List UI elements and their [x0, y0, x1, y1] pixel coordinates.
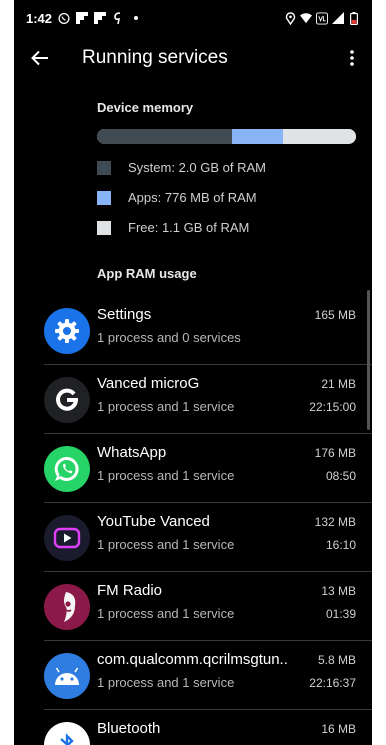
app-name: Vanced microG	[97, 375, 200, 392]
app-process-info: 1 process and 1 service	[97, 675, 235, 690]
volte-icon	[316, 12, 328, 24]
gpay-icon	[112, 11, 124, 24]
legend-system: System: 2.0 GB of RAM	[97, 160, 266, 175]
app-running-time: 01:39	[325, 607, 356, 621]
app-running-time: 08:50	[325, 469, 356, 483]
more-options-button[interactable]	[332, 36, 372, 80]
device-memory-heading: Device memory	[97, 100, 194, 115]
legend-swatch-free	[97, 220, 111, 235]
app-name: com.qualcomm.qcrilmsgtun..	[97, 651, 288, 668]
legend-label-apps: Apps: 776 MB of RAM	[128, 190, 257, 205]
app-process-info: 1 process and 1 service	[97, 399, 235, 414]
dot-icon	[130, 12, 142, 24]
signal-icon	[332, 12, 344, 24]
app-running-time: 22:16:37	[309, 676, 356, 690]
app-row-youtube-vanced[interactable]: YouTube Vanced 1 process and 1 service 1…	[14, 503, 372, 572]
app-row-bluetooth[interactable]: Bluetooth 16 MB	[14, 710, 372, 745]
status-bar: 1:42	[14, 0, 372, 36]
app-process-info: 1 process and 0 services	[97, 330, 241, 345]
app-name: YouTube Vanced	[97, 513, 210, 530]
app-ram-size: 21 MB	[321, 377, 356, 391]
scrollbar[interactable]	[367, 290, 370, 430]
memory-bar-free-segment	[283, 129, 356, 144]
legend-apps: Apps: 776 MB of RAM	[97, 190, 257, 205]
legend-swatch-system	[97, 160, 111, 175]
arrow-back-icon	[31, 50, 48, 66]
battery-icon	[348, 11, 360, 25]
location-icon	[284, 11, 296, 25]
app-ram-size: 132 MB	[314, 515, 356, 529]
app-ram-size: 16 MB	[321, 722, 356, 736]
app-row-whatsapp[interactable]: WhatsApp 1 process and 1 service 176 MB …	[14, 434, 372, 503]
app-ram-size: 13 MB	[321, 584, 356, 598]
whatsapp-icon	[58, 12, 70, 24]
app-name: FM Radio	[97, 582, 163, 599]
legend-free: Free: 1.1 GB of RAM	[97, 220, 249, 235]
app-row-qcrilmsgtunnel[interactable]: com.qualcomm.qcrilmsgtun.. 1 process and…	[14, 641, 372, 710]
bluetooth-icon	[44, 722, 90, 745]
status-time: 1:42	[26, 10, 53, 26]
phone-screen: 1:42 Running services Device memory Syst…	[14, 0, 372, 745]
settings-icon	[44, 308, 90, 354]
app-name: Bluetooth	[97, 720, 161, 737]
app-name: Settings	[97, 306, 152, 323]
app-row-settings[interactable]: Settings 1 process and 0 services 165 MB	[14, 296, 372, 365]
flipboard-icon	[76, 12, 89, 24]
legend-swatch-apps	[97, 190, 111, 205]
app-running-time: 22:15:00	[309, 400, 356, 414]
wifi-icon	[300, 12, 312, 24]
legend-label-free: Free: 1.1 GB of RAM	[128, 220, 250, 235]
microg-icon	[44, 377, 90, 423]
flipboard-icon	[94, 12, 107, 24]
back-button[interactable]	[14, 36, 66, 80]
app-process-info: 1 process and 1 service	[97, 537, 235, 552]
app-row-vanced-microg[interactable]: Vanced microG 1 process and 1 service 21…	[14, 365, 372, 434]
app-bar: Running services	[14, 36, 372, 80]
youtube-vanced-icon	[44, 515, 90, 561]
app-ram-size: 5.8 MB	[317, 653, 356, 667]
app-row-fm-radio[interactable]: FM Radio 1 process and 1 service 13 MB 0…	[14, 572, 372, 641]
app-ram-size: 176 MB	[314, 446, 356, 460]
memory-usage-bar	[97, 129, 356, 144]
legend-label-system: System: 2.0 GB of RAM	[128, 160, 266, 175]
app-ram-size: 165 MB	[314, 308, 356, 322]
app-running-time: 16:10	[325, 538, 356, 552]
android-icon	[44, 653, 90, 699]
app-ram-usage-heading: App RAM usage	[97, 266, 197, 281]
page-title: Running services	[82, 47, 228, 68]
more-vert-icon	[350, 50, 354, 66]
app-name: WhatsApp	[97, 444, 167, 461]
memory-bar-system-segment	[97, 129, 232, 144]
app-process-info: 1 process and 1 service	[97, 468, 235, 483]
fm-radio-icon	[44, 584, 90, 630]
memory-bar-apps-segment	[231, 129, 284, 144]
app-process-info: 1 process and 1 service	[97, 606, 235, 621]
whatsapp-icon	[44, 446, 90, 492]
